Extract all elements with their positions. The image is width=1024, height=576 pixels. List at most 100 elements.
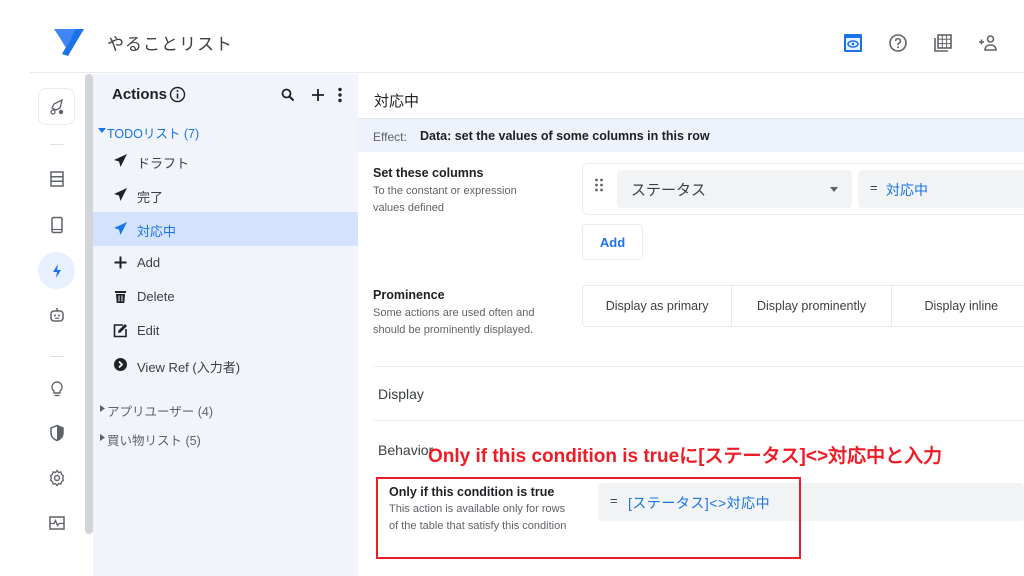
chevron-down-icon (830, 187, 838, 192)
highlight-box (376, 477, 801, 559)
effect-bar: Effect: Data: set the values of some col… (358, 118, 1024, 152)
rail-deploy[interactable] (38, 88, 75, 125)
group-shopping-list[interactable]: 買い物リスト (5) (93, 429, 358, 451)
prominence-option-inline[interactable]: Display inline (892, 286, 1024, 326)
preview-button[interactable] (830, 30, 875, 56)
prominence-option-primary[interactable]: Display as primary (583, 286, 733, 326)
table-icon (933, 34, 952, 52)
set-columns-description: To the constant or expression values def… (373, 185, 517, 214)
action-label: 完了 (137, 190, 164, 205)
drag-handle-icon[interactable] (594, 178, 604, 192)
expression-text: 対応中 (886, 182, 928, 198)
rail-scrollbar[interactable] (85, 74, 93, 534)
send-icon (114, 154, 127, 167)
action-label: Edit (137, 323, 160, 338)
table-button[interactable] (920, 30, 965, 56)
column-assignment-row: ステータス = 対応中 (582, 163, 1024, 215)
display-section-header[interactable]: Display (378, 386, 424, 402)
app-title: やることリスト (107, 35, 233, 54)
action-label: ドラフト (137, 156, 190, 171)
more-vert-icon (338, 87, 342, 103)
action-label: View Ref (入力者) (137, 360, 241, 375)
action-item-draft[interactable]: ドラフト (93, 144, 358, 178)
rail-data[interactable] (38, 160, 75, 197)
action-item-add[interactable]: Add (93, 246, 358, 280)
add-user-icon (978, 35, 997, 51)
rail-settings[interactable] (38, 459, 75, 496)
rail-automation[interactable] (38, 296, 75, 333)
share-button[interactable] (965, 30, 1010, 56)
monitor-icon (48, 515, 65, 530)
caret-right-icon (100, 405, 105, 412)
group-label: TODOリスト (7) (107, 127, 200, 141)
prominence-label: Prominence (373, 288, 445, 302)
rail-intelligence[interactable] (38, 370, 75, 407)
top-header: やることリスト (30, 0, 1024, 73)
action-label: Add (137, 255, 161, 270)
send-icon (114, 222, 127, 235)
search-button[interactable] (279, 86, 297, 104)
data-icon (49, 170, 64, 187)
rail-actions[interactable] (38, 252, 75, 289)
add-action-button[interactable] (309, 86, 327, 104)
intelligence-icon (50, 380, 63, 396)
help-icon (888, 34, 907, 52)
rail-security[interactable] (38, 414, 75, 451)
set-columns-label: Set these columns (373, 166, 484, 180)
actions-panel: Actions TODOリスト (7) ドラフト 完了 対応中 Add Dele… (93, 74, 358, 576)
action-label: Delete (137, 289, 175, 304)
undo-button[interactable] (1010, 30, 1024, 56)
panel-header: Actions (93, 84, 358, 112)
send-icon (114, 188, 127, 201)
group-app-users[interactable]: アプリユーザー (4) (93, 400, 358, 422)
action-item-view-ref[interactable]: View Ref (入力者) (93, 348, 358, 382)
effect-value[interactable]: Data: set the values of some columns in … (420, 129, 710, 143)
group-label: アプリユーザー (4) (107, 405, 214, 419)
security-icon (49, 424, 64, 441)
deploy-icon (49, 98, 63, 115)
app-window: やることリスト Actions TODOリスト (7) ドラフト 完了 対応中 … (0, 0, 1024, 576)
info-icon[interactable] (169, 86, 186, 103)
search-icon (281, 88, 295, 102)
group-todo-list[interactable]: TODOリスト (7) (93, 122, 358, 144)
more-menu-button[interactable] (331, 86, 349, 104)
left-rail (30, 74, 85, 576)
divider (373, 366, 1024, 367)
panel-title: Actions (112, 86, 168, 103)
behavior-section-header[interactable]: Behavior (378, 442, 433, 458)
rail-views[interactable] (38, 206, 75, 243)
column-select-value: ステータス (631, 182, 707, 199)
caret-right-icon (100, 434, 105, 441)
action-item-edit[interactable]: Edit (93, 314, 358, 348)
annotation-callout: Only if this condition is trueに[ステータス]<>… (428, 446, 943, 467)
divider (373, 420, 1024, 421)
settings-icon (49, 468, 64, 487)
views-icon (50, 216, 63, 233)
trash-icon (115, 291, 126, 303)
help-button[interactable] (875, 30, 920, 56)
action-item-complete[interactable]: 完了 (93, 178, 358, 212)
chevron-circle-icon (114, 358, 127, 371)
plus-icon (312, 89, 324, 101)
prominence-toggle: Display as primary Display prominently D… (582, 285, 1024, 327)
rail-divider (50, 144, 64, 145)
preview-icon (843, 34, 862, 52)
effect-label: Effect: (373, 130, 407, 144)
prominence-description: Some actions are used often and should b… (373, 307, 535, 336)
add-column-button[interactable]: Add (582, 224, 643, 260)
action-item-delete[interactable]: Delete (93, 280, 358, 314)
caret-down-icon (98, 128, 106, 133)
edit-icon (113, 324, 127, 338)
appsheet-logo-icon (54, 29, 84, 56)
actions-icon (52, 263, 61, 278)
action-label: 対応中 (137, 224, 177, 239)
rail-monitor[interactable] (38, 504, 75, 541)
column-select[interactable]: ステータス (617, 170, 852, 208)
equals-sign: = (870, 180, 878, 195)
automation-icon (49, 307, 64, 322)
action-item-in-progress[interactable]: 対応中 (93, 212, 358, 246)
group-label: 買い物リスト (5) (107, 434, 201, 448)
prominence-option-prominent[interactable]: Display prominently (732, 286, 892, 326)
column-value-expression[interactable]: = 対応中 (858, 170, 1024, 208)
action-name: 対応中 (374, 93, 420, 110)
